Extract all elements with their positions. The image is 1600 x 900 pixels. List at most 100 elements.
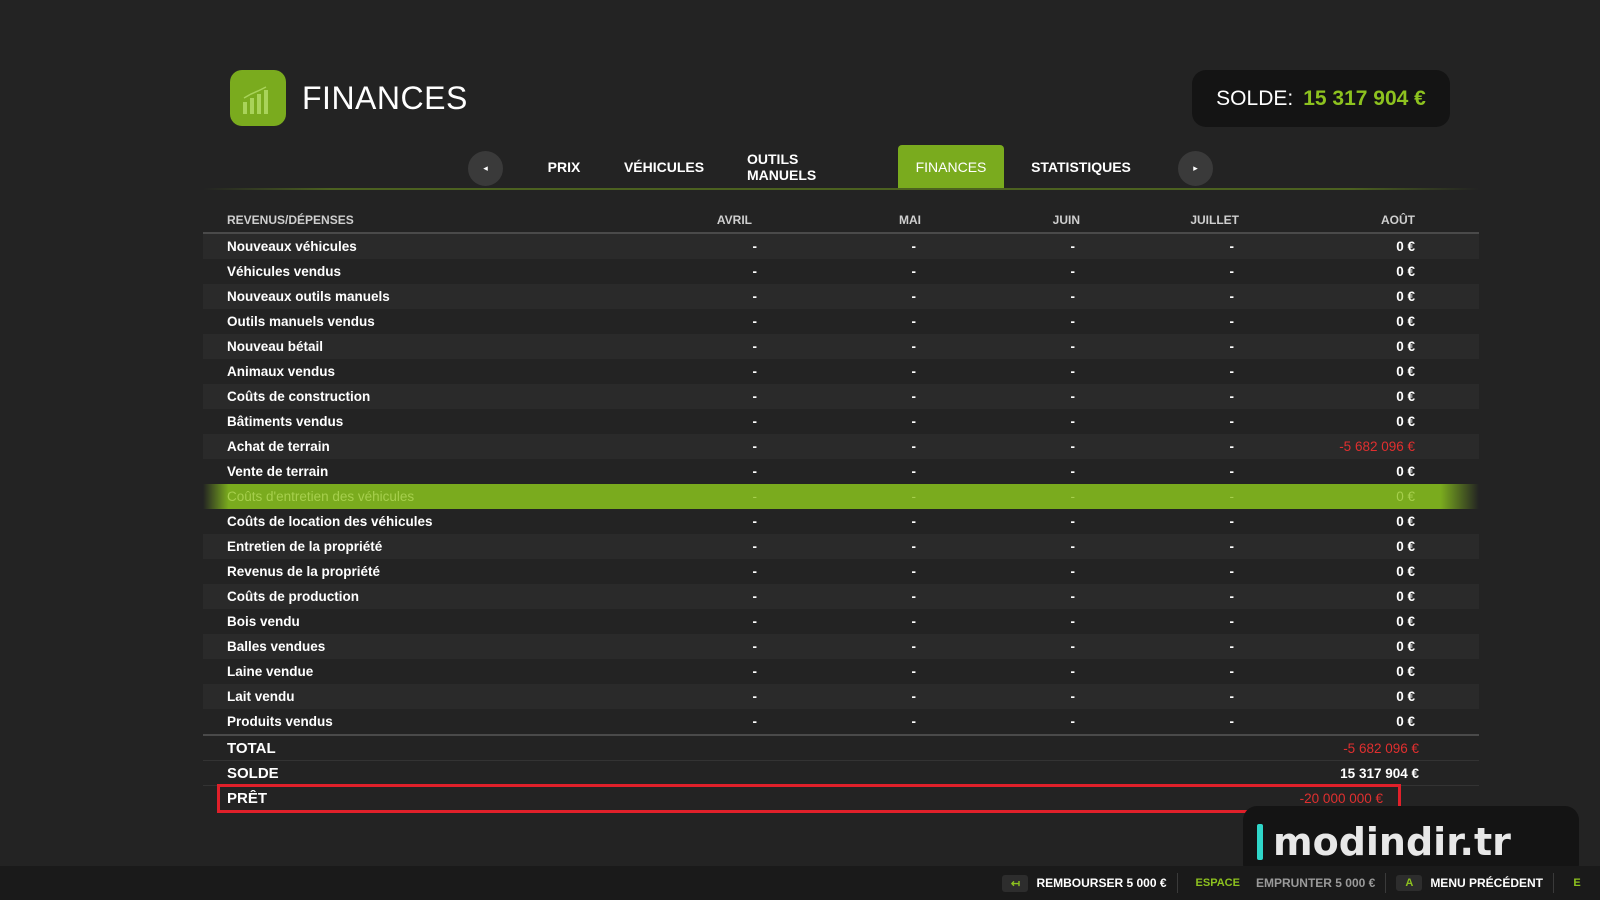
- tab-vehicules[interactable]: VÉHICULES: [624, 145, 704, 188]
- row-value: -: [1070, 264, 1076, 279]
- tab-bar: ◂ PRIX VÉHICULES OUTILS MANUELS FINANCES…: [0, 145, 1600, 190]
- row-value: -: [1229, 614, 1235, 629]
- row-label: Nouveau bétail: [227, 339, 324, 354]
- row-value: 0 €: [1396, 289, 1415, 304]
- row-value: -: [911, 639, 917, 654]
- row-label: Entretien de la propriété: [227, 539, 383, 554]
- row-value: -: [1070, 689, 1076, 704]
- row-value: -: [911, 414, 917, 429]
- row-value: -: [1229, 314, 1235, 329]
- table-row[interactable]: Achat de terrain - - - - -5 682 096 €: [203, 434, 1479, 459]
- row-value: -: [1229, 239, 1235, 254]
- row-value: -: [752, 464, 758, 479]
- row-value: -: [1229, 339, 1235, 354]
- row-label: Nouveaux outils manuels: [227, 289, 390, 304]
- row-value: -: [752, 589, 758, 604]
- row-label: Lait vendu: [227, 689, 295, 704]
- table-body: Nouveaux véhicules - - - - 0 € Véhicules vendu…: [203, 234, 1479, 736]
- watermark-bar: [1257, 824, 1263, 860]
- row-value: 0 €: [1396, 339, 1415, 354]
- row-value: 0 €: [1396, 614, 1415, 629]
- prev-tab-icon[interactable]: ◂: [468, 151, 503, 186]
- table-row[interactable]: Revenus de la propriété - - - - 0 €: [203, 559, 1479, 584]
- row-value: -: [1229, 564, 1235, 579]
- row-value: -: [1070, 389, 1076, 404]
- row-value: -: [752, 614, 758, 629]
- row-value: -: [911, 589, 917, 604]
- row-value: -: [911, 564, 917, 579]
- e-button[interactable]: E: [1554, 875, 1600, 891]
- row-value: 0 €: [1396, 389, 1415, 404]
- row-value: -: [752, 414, 758, 429]
- row-label: Balles vendues: [227, 639, 326, 654]
- row-value: 0 €: [1396, 689, 1415, 704]
- table-row[interactable]: Produits vendus - - - - 0 €: [203, 709, 1479, 734]
- row-value: -: [911, 264, 917, 279]
- tab-outils-manuels[interactable]: OUTILS MANUELS: [747, 145, 871, 188]
- table-row[interactable]: Véhicules vendus - - - - 0 €: [203, 259, 1479, 284]
- row-value: -: [1229, 689, 1235, 704]
- watermark-text: modindir.tr: [1273, 820, 1511, 864]
- row-value: 0 €: [1396, 264, 1415, 279]
- row-label: Bâtiments vendus: [227, 414, 344, 429]
- tab-statistiques[interactable]: STATISTIQUES: [1030, 145, 1132, 188]
- page-title: FINANCES: [302, 79, 468, 116]
- row-value: -: [1229, 589, 1235, 604]
- row-value: -: [1229, 489, 1235, 504]
- finance-table: REVENUS/DÉPENSES AVRIL MAI JUIN JUILLET …: [203, 208, 1479, 813]
- row-label: Produits vendus: [227, 714, 333, 729]
- row-value: -: [911, 464, 917, 479]
- tab-divider: [203, 188, 1479, 190]
- borrow-button[interactable]: ESPACE EMPRUNTER 5 000 €: [1178, 875, 1386, 891]
- repay-button[interactable]: ↤ REMBOURSER 5 000 €: [992, 874, 1176, 892]
- next-tab-icon[interactable]: ▸: [1178, 151, 1213, 186]
- row-value: -: [1070, 614, 1076, 629]
- table-row[interactable]: Entretien de la propriété - - - - 0 €: [203, 534, 1479, 559]
- table-row[interactable]: Animaux vendus - - - - 0 €: [203, 359, 1479, 384]
- tab-prix[interactable]: PRIX: [548, 145, 581, 188]
- row-value: -: [1070, 339, 1076, 354]
- row-value: -: [752, 564, 758, 579]
- table-row[interactable]: Bâtiments vendus - - - - 0 €: [203, 409, 1479, 434]
- row-label: Achat de terrain: [227, 439, 330, 454]
- table-row[interactable]: Vente de terrain - - - - 0 €: [203, 459, 1479, 484]
- table-row[interactable]: Nouveau bétail - - - - 0 €: [203, 334, 1479, 359]
- table-row[interactable]: Coûts d'entretien des véhicules - - - - 0 €: [203, 484, 1479, 509]
- total-row: TOTAL -5 682 096 €: [203, 736, 1479, 761]
- row-value: -: [1229, 639, 1235, 654]
- table-row[interactable]: Coûts de location des véhicules - - - - 0 €: [203, 509, 1479, 534]
- row-value: 0 €: [1396, 364, 1415, 379]
- table-row[interactable]: Balles vendues - - - - 0 €: [203, 634, 1479, 659]
- row-label: Nouveaux véhicules: [227, 239, 357, 254]
- table-row[interactable]: Nouveaux véhicules - - - - 0 €: [203, 234, 1479, 259]
- page-header: FINANCES: [230, 70, 468, 126]
- row-value: -: [911, 239, 917, 254]
- back-button[interactable]: A MENU PRÉCÉDENT: [1386, 875, 1553, 891]
- row-value: -: [1070, 664, 1076, 679]
- table-row[interactable]: Nouveaux outils manuels - - - - 0 €: [203, 284, 1479, 309]
- row-value: -: [1229, 464, 1235, 479]
- table-row[interactable]: Outils manuels vendus - - - - 0 €: [203, 309, 1479, 334]
- row-value: -: [911, 289, 917, 304]
- row-value: -: [1070, 464, 1076, 479]
- table-row[interactable]: Coûts de construction - - - - 0 €: [203, 384, 1479, 409]
- bottom-action-bar: ↤ REMBOURSER 5 000 € ESPACE EMPRUNTER 5 …: [0, 866, 1600, 900]
- row-value: -: [1229, 539, 1235, 554]
- table-row[interactable]: Coûts de production - - - - 0 €: [203, 584, 1479, 609]
- row-value: 0 €: [1396, 539, 1415, 554]
- row-value: -: [1229, 364, 1235, 379]
- table-row[interactable]: Lait vendu - - - - 0 €: [203, 684, 1479, 709]
- row-value: -: [1070, 489, 1076, 504]
- row-value: -: [1070, 589, 1076, 604]
- table-row[interactable]: Bois vendu - - - - 0 €: [203, 609, 1479, 634]
- row-label: Coûts de construction: [227, 389, 371, 404]
- chart-icon: [230, 70, 286, 126]
- column-header: AOÛT: [1381, 213, 1415, 227]
- tab-finances[interactable]: FINANCES: [898, 145, 1004, 188]
- row-label: Véhicules vendus: [227, 264, 342, 279]
- table-row[interactable]: Laine vendue - - - - 0 €: [203, 659, 1479, 684]
- row-value: -: [911, 439, 917, 454]
- row-value: -: [1070, 564, 1076, 579]
- row-value: -: [911, 664, 917, 679]
- balance-label: SOLDE:: [1216, 86, 1294, 110]
